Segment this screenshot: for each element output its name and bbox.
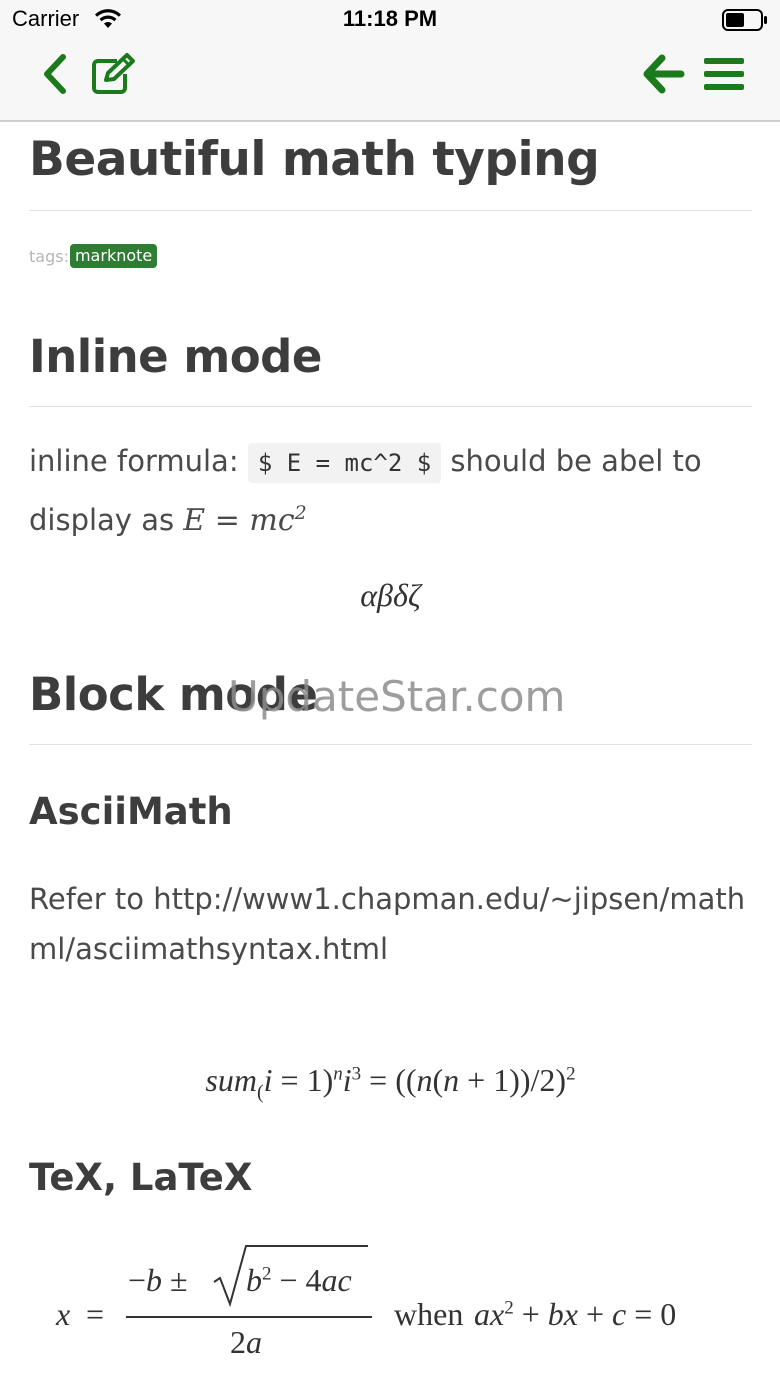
inline-text-1: inline formula: [29,444,248,478]
quadratic-formula: x = −b ± b2 − 4ac 2a when ax2 + bx + c =… [56,1236,736,1366]
battery-icon [722,9,768,35]
block-divider [29,744,752,745]
inline-formula-rendered: E = mc2 [183,502,307,538]
formula-when: when [394,1296,464,1332]
inline-code: $ E = mc^2 $ [247,443,442,483]
asciimath-heading: AsciiMath [29,790,233,833]
chevron-left-icon [37,52,71,100]
inline-mode-heading: Inline mode [29,330,322,383]
edit-button[interactable] [86,50,142,102]
inline-divider [29,406,752,407]
formula-condition: ax2 + bx + c = 0 [474,1296,677,1332]
tex-heading: TeX, LaTeX [29,1156,253,1199]
fraction-bar [126,1316,372,1318]
clock: 11:18 PM [342,6,438,31]
hamburger-menu-icon [703,56,745,96]
back-button[interactable] [32,50,76,102]
arrow-left-icon [643,54,685,98]
refer-paragraph: Refer to http://www1.chapman.edu/~jipsen… [29,882,746,966]
menu-button[interactable] [698,50,750,102]
note-title: Beautiful math typing [29,132,600,187]
tag-marknote[interactable]: marknote [69,244,158,268]
formula-denominator: 2a [230,1324,262,1360]
inline-paragraph: inline formula: $ E = mc^2 $ should be a… [29,436,752,546]
back-arrow-button[interactable] [638,50,690,102]
status-bar: Carrier 11:18 PM [0,0,780,40]
formula-radicand: b2 − 4ac [246,1262,352,1298]
navigation-bar [0,40,780,122]
formula-x: x [56,1296,71,1332]
watermark: UpdateStar.com [228,672,566,721]
asciimath-formula: sum(i = 1)ni3 = ((n(n + 1))/2)2 [205,1062,576,1104]
greek-formula: αβδζ [360,577,421,613]
title-divider [29,210,752,211]
formula-equals: = [86,1296,105,1332]
tags-label: tags: [29,246,69,266]
edit-square-icon [89,52,139,100]
tags-line: tags: marknote [29,244,158,268]
formula-numerator: −b ± [128,1262,188,1298]
